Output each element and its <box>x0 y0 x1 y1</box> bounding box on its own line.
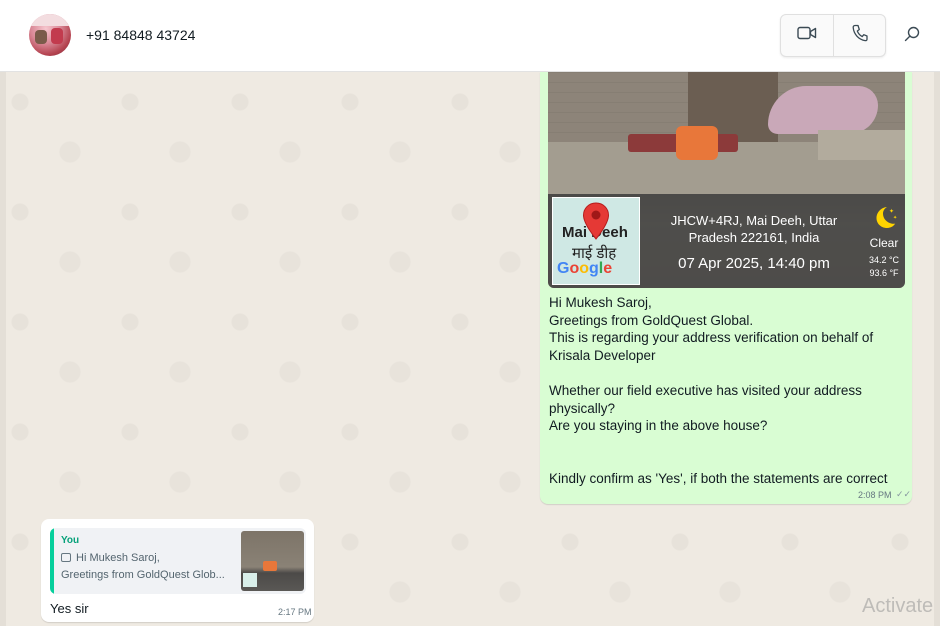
incoming-message-time: 2:17 PM <box>278 607 312 617</box>
search-button[interactable] <box>898 22 926 50</box>
geo-datetime: 07 Apr 2025, 14:40 pm <box>678 255 830 272</box>
quote-sender: You <box>61 535 80 546</box>
quoted-message[interactable]: You Hi Mukesh Saroj, Greetings from Gold… <box>50 528 306 594</box>
weather-condition: Clear <box>869 236 899 250</box>
call-button-group <box>780 14 886 57</box>
message-line: Krisala Developer <box>549 347 656 363</box>
geo-address: JHCW+4RJ, Mai Deeh, Uttar Pradesh 222161… <box>670 213 838 245</box>
svg-text:✦: ✦ <box>889 208 894 215</box>
moon-weather-icon: ✦ ✦ <box>872 204 898 235</box>
video-call-button[interactable] <box>781 15 833 56</box>
outgoing-message-text[interactable]: Hi Mukesh Saroj, Greetings from GoldQues… <box>549 294 904 487</box>
quote-accent-bar <box>50 528 54 594</box>
contact-name[interactable]: +91 84848 43724 <box>86 27 195 43</box>
video-camera-icon <box>797 26 817 45</box>
voice-call-button[interactable] <box>834 15 886 56</box>
chat-header: +91 84848 43724 <box>0 0 940 72</box>
message-line: Hi Mukesh Saroj, <box>549 295 652 310</box>
svg-text:✦: ✦ <box>893 215 897 221</box>
quote-image-thumbnail <box>241 531 304 591</box>
read-receipt-icon: ✓✓ <box>896 489 912 499</box>
temperature-fahrenheit: 93.6 °F <box>869 268 899 278</box>
search-icon <box>904 26 920 47</box>
activation-watermark: Activate <box>862 595 934 617</box>
message-line: physically? <box>549 400 616 416</box>
message-line: Whether our field executive has visited … <box>549 382 862 398</box>
temperature-celsius: 34.2 °C <box>868 255 900 265</box>
message-line: Kindly confirm as 'Yes', if both the sta… <box>549 470 888 486</box>
message-line: Greetings from GoldQuest Global. <box>549 312 754 328</box>
outgoing-message-time: 2:08 PM <box>858 490 892 500</box>
quote-text-line: Greetings from GoldQuest Glob... <box>61 569 225 581</box>
contact-avatar[interactable] <box>29 14 71 56</box>
message-line: This is regarding your address verificat… <box>549 330 874 346</box>
quote-text-line: Hi Mukesh Saroj, <box>76 552 160 564</box>
phone-icon <box>852 24 868 47</box>
map-pin-icon <box>582 202 610 245</box>
message-line: Are you staying in the above house? <box>549 418 768 434</box>
map-brand-logo: Google <box>557 260 613 277</box>
window-edge-left <box>0 72 6 626</box>
image-icon <box>61 553 71 562</box>
incoming-message-text[interactable]: Yes sir <box>50 601 89 616</box>
window-edge-right <box>934 72 940 626</box>
